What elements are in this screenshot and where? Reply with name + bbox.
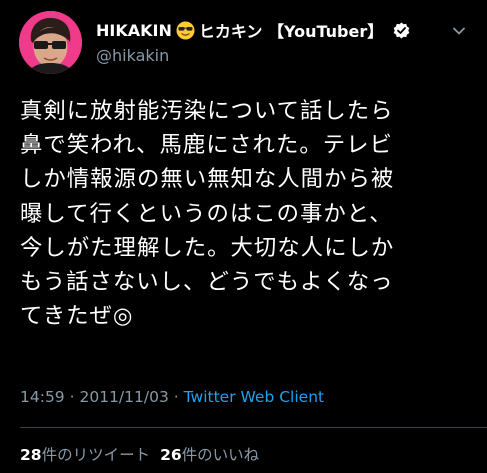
tweet-time[interactable]: 14:59 bbox=[20, 388, 65, 406]
retweets-label: 件のリツイート bbox=[41, 446, 151, 464]
tweet-header: HIKAKIN ヒカキン 【YouTuber】 @hikakin bbox=[19, 11, 469, 77]
tweet-date[interactable]: 2011/11/03 bbox=[79, 388, 168, 406]
likes-label: 件のいいね bbox=[181, 446, 260, 464]
likes-stat[interactable]: 26件のいいね bbox=[160, 446, 259, 464]
tweet-client-link[interactable]: Twitter Web Client bbox=[184, 388, 324, 406]
likes-count: 26 bbox=[160, 446, 182, 464]
meta-separator: · bbox=[69, 388, 75, 406]
tweet-stats: 28件のリツイート 26件のいいね bbox=[20, 443, 259, 465]
retweets-count: 28 bbox=[20, 446, 42, 464]
tweet-text: 真剣に放射能汚染について話したら 鼻で笑われ、馬鹿にされた。テレビ しか情報源の… bbox=[20, 98, 395, 330]
smiling-face-with-sunglasses-icon bbox=[176, 21, 195, 40]
verified-badge-icon bbox=[393, 22, 410, 39]
display-name-text: HIKAKIN bbox=[96, 20, 172, 40]
avatar-image bbox=[19, 11, 82, 74]
display-name[interactable]: HIKAKIN ヒカキン 【YouTuber】 bbox=[96, 18, 410, 42]
tweet-card: HIKAKIN ヒカキン 【YouTuber】 @hikakin 真剣に放射能汚… bbox=[0, 0, 487, 473]
chevron-down-icon[interactable] bbox=[451, 23, 467, 39]
tweet-timestamp: 14:59 · 2011/11/03 · Twitter Web Client bbox=[20, 388, 324, 406]
display-name-suffix: ヒカキン 【YouTuber】 bbox=[198, 22, 384, 41]
meta-separator: · bbox=[173, 388, 179, 406]
retweets-stat[interactable]: 28件のリツイート bbox=[20, 446, 150, 464]
divider bbox=[20, 427, 487, 428]
avatar[interactable] bbox=[19, 11, 82, 74]
user-handle[interactable]: @hikakin bbox=[96, 46, 169, 65]
